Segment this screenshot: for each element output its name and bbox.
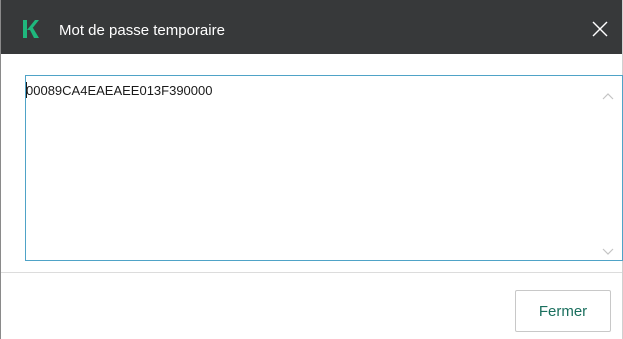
kaspersky-k-icon: [23, 20, 39, 38]
footer-divider: [1, 272, 622, 273]
password-text-area[interactable]: 00089CA4EAEAEE013F390000: [25, 75, 623, 261]
close-icon[interactable]: [588, 17, 612, 41]
temporary-password-dialog: Mot de passe temporaire 00089CA4EAEAEE01…: [0, 0, 623, 339]
title-bar: Mot de passe temporaire: [1, 0, 622, 54]
close-button[interactable]: Fermer: [515, 290, 611, 332]
chevron-down-icon[interactable]: [602, 243, 614, 255]
dialog-title: Mot de passe temporaire: [59, 22, 225, 39]
password-value[interactable]: 00089CA4EAEAEE013F390000: [26, 83, 212, 98]
chevron-up-icon[interactable]: [602, 87, 614, 100]
